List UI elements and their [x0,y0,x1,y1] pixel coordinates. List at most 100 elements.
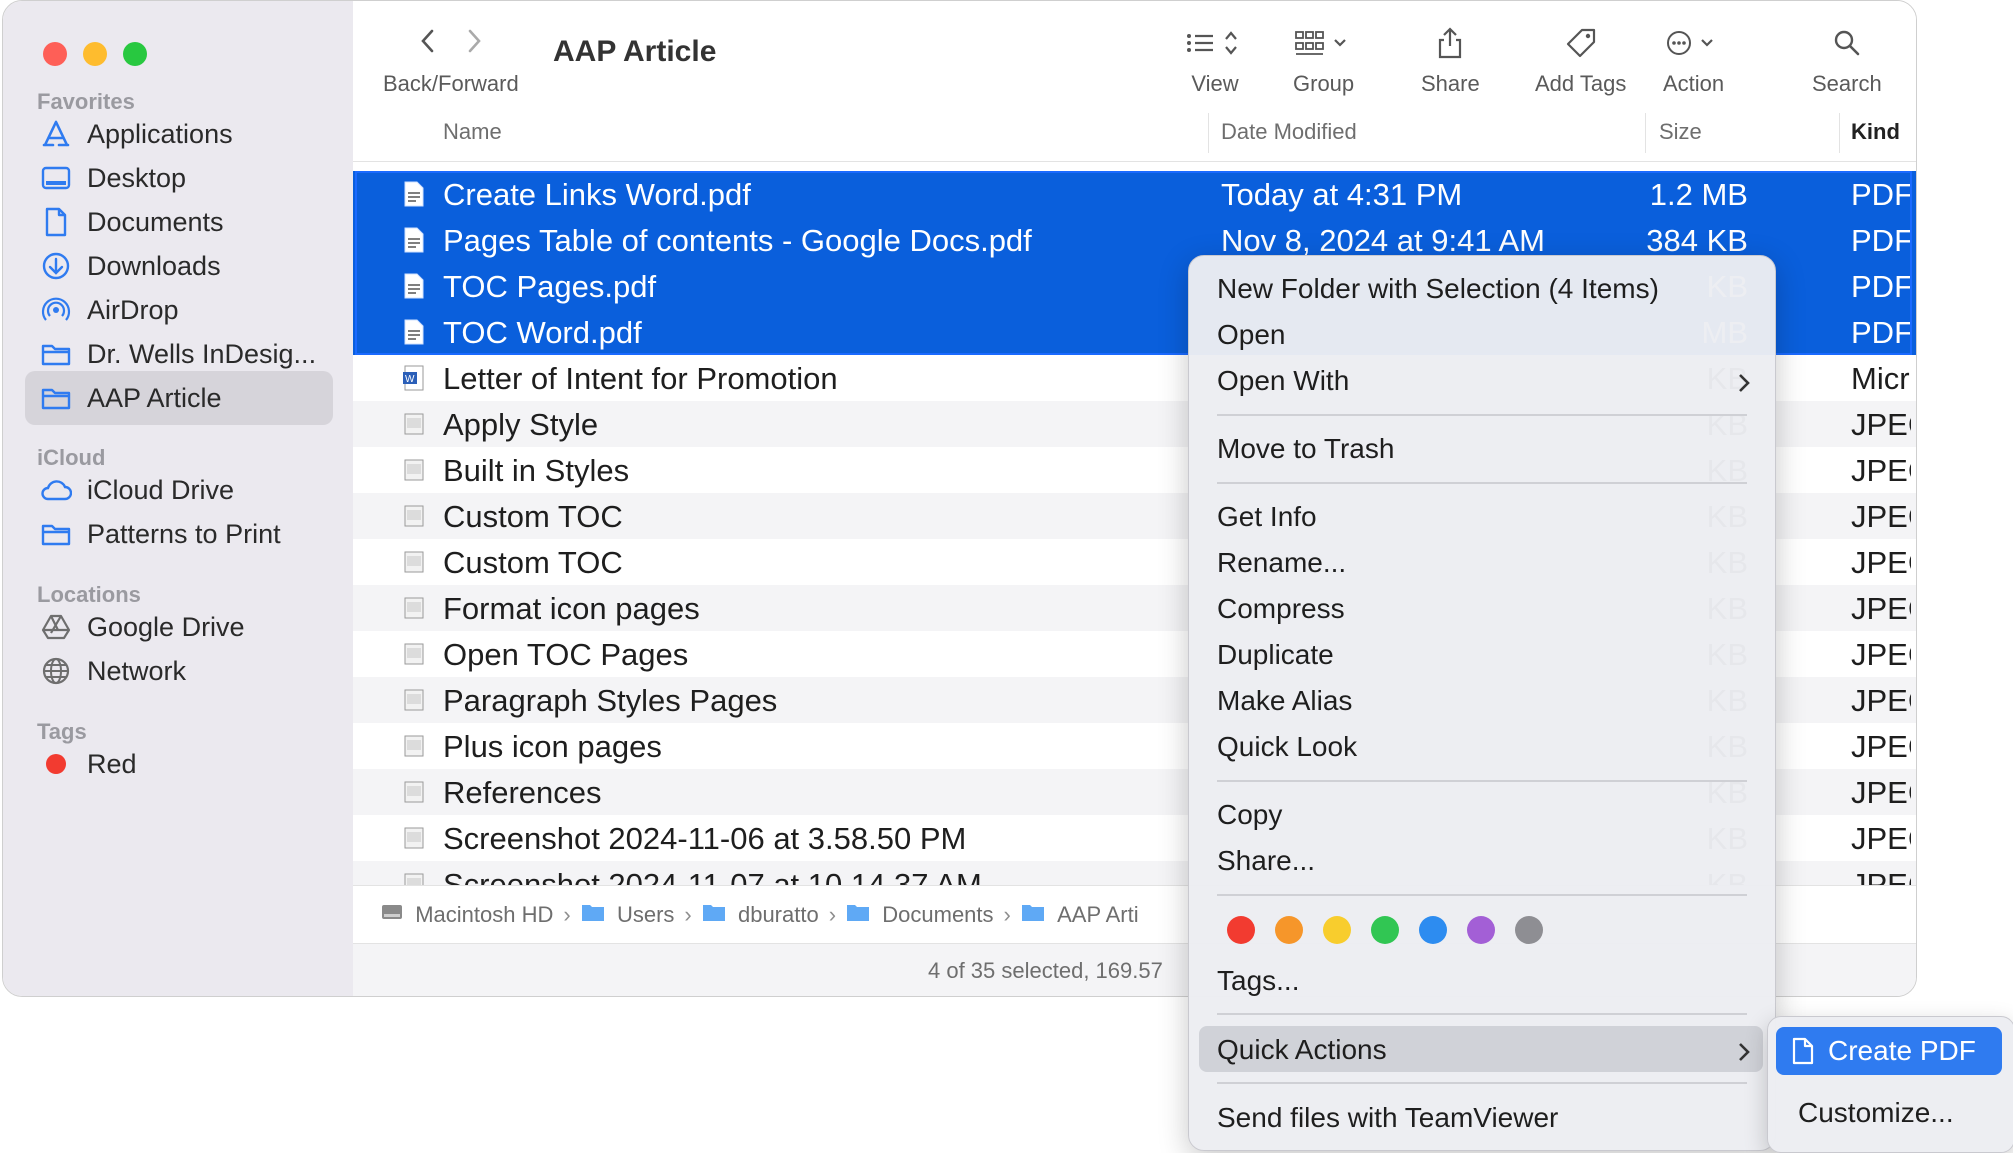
sidebar-item-tag-red[interactable]: Red [25,737,333,791]
image-file-icon [403,594,425,622]
sidebar-item-label: AirDrop [87,294,179,325]
menu-item-duplicate[interactable]: Duplicate [1217,639,1334,671]
create-pdf-label: Create PDF [1828,1035,1976,1066]
menu-item-share[interactable]: Share... [1217,845,1315,877]
group-label: Group [1293,71,1355,96]
path-crumb-label: AAP Arti [1057,902,1139,927]
menu-item-get-info[interactable]: Get Info [1217,501,1317,533]
column-divider[interactable] [1645,113,1646,153]
image-file-icon [403,686,425,714]
globe-icon [39,656,73,686]
menu-item-compress[interactable]: Compress [1217,593,1345,625]
file-name: Pages Table of contents - Google Docs.pd… [443,223,1032,258]
path-crumb[interactable]: Documents [846,902,994,928]
ellipsis-circle-icon [1664,23,1724,63]
tag-color-yellow[interactable] [1323,916,1351,944]
tag-color-blue[interactable] [1419,916,1447,944]
file-name: Built in Styles [443,453,630,488]
share-button[interactable]: Share [1421,23,1480,97]
chevron-right-icon [1737,1041,1751,1063]
tag-color-red[interactable] [1227,916,1255,944]
menu-item-copy[interactable]: Copy [1217,799,1282,831]
sidebar-item-patterns-to-print[interactable]: Patterns to Print [25,507,333,561]
path-crumb[interactable]: Macintosh HD [381,902,553,928]
menu-item-make-alias[interactable]: Make Alias [1217,685,1352,717]
image-file-icon [403,502,425,530]
sidebar-item-label: Red [87,748,137,779]
back-forward-label: Back/Forward [383,71,519,96]
view-label: View [1191,71,1239,96]
file-kind: PDF [1851,177,1911,212]
folder-icon [39,519,73,549]
window-title: AAP Article [553,35,717,68]
folder-icon [39,339,73,369]
file-name: Plus icon pages [443,729,662,764]
tag-color-purple[interactable] [1467,916,1495,944]
action-label: Action [1663,71,1725,96]
customize-menu-item[interactable]: Customize... [1798,1097,1954,1129]
share-icon [1435,23,1465,63]
column-size[interactable]: Size [1659,119,1702,145]
tag-color-orange[interactable] [1275,916,1303,944]
menu-item-send-files-teamviewer[interactable]: Send files with TeamViewer [1217,1102,1558,1134]
image-file-icon [403,870,425,885]
pdf-file-icon [403,180,425,208]
image-file-icon [403,640,425,668]
menu-item-open-with[interactable]: Open With [1217,365,1349,397]
column-date-modified[interactable]: Date Modified [1221,119,1357,145]
chevron-right-icon [1737,372,1751,394]
column-divider[interactable] [1839,113,1840,153]
drive-icon [39,612,73,642]
group-button[interactable]: Group [1293,23,1354,97]
zoom-window-button[interactable] [123,42,147,66]
column-kind[interactable]: Kind [1851,119,1900,145]
pdf-file-icon [403,226,425,254]
close-window-button[interactable] [43,42,67,66]
sidebar-item-network[interactable]: Network [25,644,333,698]
toolbar: Back/Forward AAP Article View Group Shar… [353,1,1916,106]
search-button[interactable]: Search [1812,23,1882,97]
file-name: Open TOC Pages [443,637,689,672]
minimize-window-button[interactable] [83,42,107,66]
file-name: Format icon pages [443,591,700,626]
image-file-icon [403,456,425,484]
file-name: Apply Style [443,407,599,442]
path-crumb[interactable]: dburatto [702,902,819,928]
sidebar-item-aap-article[interactable]: AAP Article [25,371,333,425]
search-label: Search [1812,71,1882,96]
sidebar-item-label: Patterns to Print [87,518,281,549]
home-folder-icon [702,902,726,928]
forward-chevron-icon[interactable] [466,28,482,59]
create-pdf-button[interactable]: Create PDF [1776,1027,2002,1075]
tag-color-green[interactable] [1371,916,1399,944]
file-kind: PDF [1851,223,1911,258]
file-kind: JPEG [1851,453,1911,488]
column-name[interactable]: Name [443,119,502,145]
image-file-icon [403,824,425,852]
menu-separator [1217,414,1747,416]
file-name: Letter of Intent for Promotion [443,361,838,396]
menu-item-open[interactable]: Open [1217,319,1286,351]
menu-item-quick-look[interactable]: Quick Look [1217,731,1357,763]
path-crumb[interactable]: AAP Arti [1021,902,1139,928]
add-tags-label: Add Tags [1535,71,1627,96]
tag-icon [1565,23,1597,63]
tag-color-gray[interactable] [1515,916,1543,944]
add-tags-button[interactable]: Add Tags [1535,23,1626,97]
view-button[interactable]: View [1185,23,1245,97]
menu-item-quick-actions[interactable]: Quick Actions [1217,1034,1387,1066]
file-kind: JPEG [1851,683,1911,718]
path-crumb[interactable]: Users [581,902,674,928]
menu-item-tags[interactable]: Tags... [1217,965,1299,997]
image-file-icon [403,548,425,576]
file-row[interactable]: Create Links Word.pdf Today at 4:31 PM 1.2… [353,171,1916,217]
menu-item-new-folder-with-selection[interactable]: New Folder with Selection (4 Items) [1217,273,1659,305]
back-chevron-icon[interactable] [420,28,436,59]
action-button[interactable]: Action [1663,23,1724,97]
menu-item-move-to-trash[interactable]: Move to Trash [1217,433,1394,465]
file-kind: JPEG [1851,729,1911,764]
menu-item-rename[interactable]: Rename... [1217,547,1346,579]
menu-separator [1217,780,1747,782]
context-menu: New Folder with Selection (4 Items) Open… [1188,255,1776,1151]
column-divider[interactable] [1208,113,1209,153]
